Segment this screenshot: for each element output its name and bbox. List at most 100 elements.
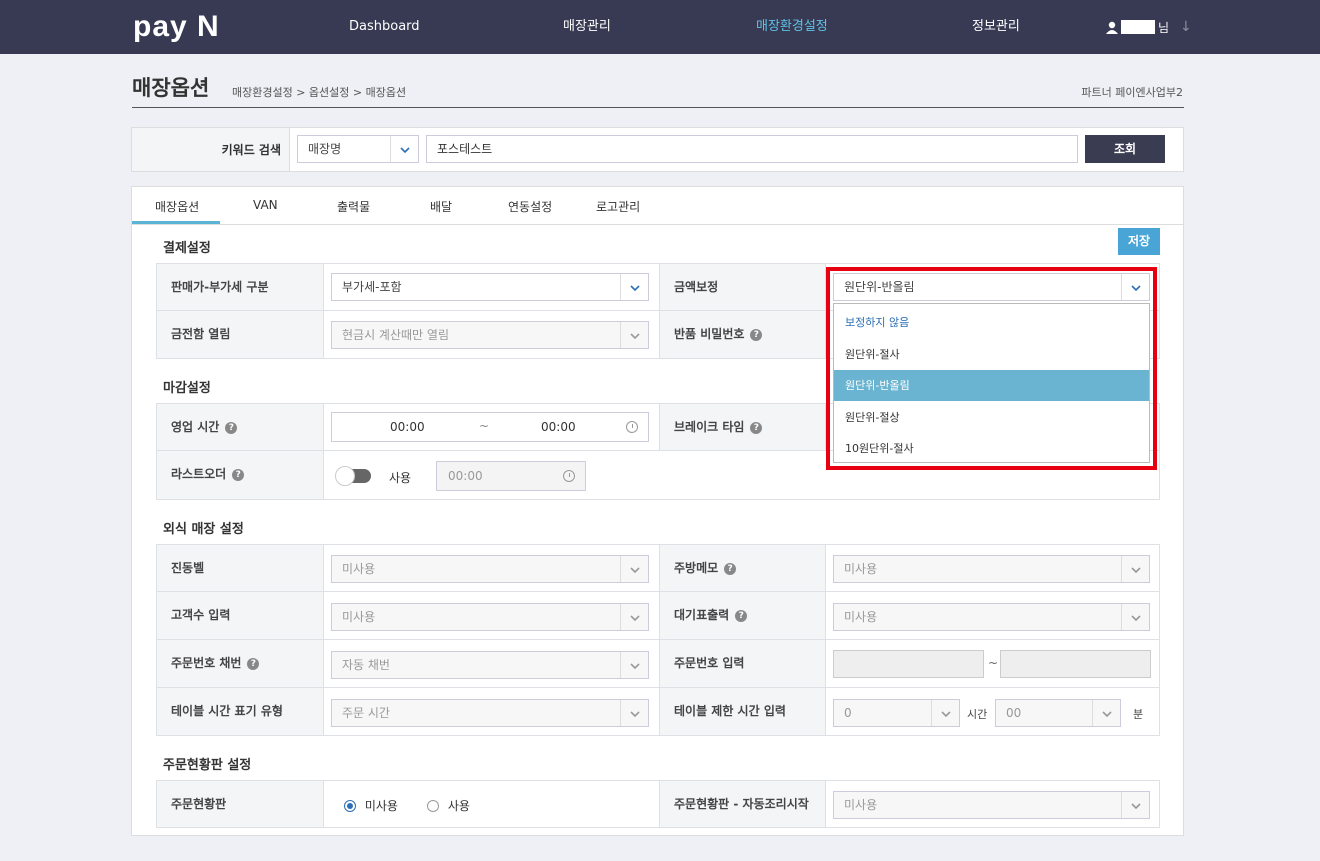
amount-adjust-label: 금액보정: [659, 264, 826, 310]
status-board-used-option[interactable]: 사용: [427, 797, 470, 814]
help-icon[interactable]: ?: [724, 562, 737, 575]
last-order-label: 라스트오더?: [157, 451, 324, 499]
tab-integration[interactable]: 연동설정: [508, 198, 552, 215]
tab-divider: [132, 224, 1183, 225]
tab-van[interactable]: VAN: [253, 198, 278, 212]
hours-start[interactable]: 00:00: [390, 420, 425, 434]
tab-printouts[interactable]: 출력물: [337, 198, 370, 215]
vibration-bell-label: 진동벨: [157, 545, 324, 591]
select-value: 00: [1006, 706, 1022, 720]
tab-store-options[interactable]: 매장옵션: [155, 198, 199, 215]
chevron-down-icon[interactable]: [620, 604, 648, 630]
page-title: 매장옵션: [132, 76, 210, 100]
cash-drawer-select[interactable]: 현금시 계산때만 열림: [331, 321, 649, 349]
select-value: 0: [844, 706, 852, 720]
section-closing-title: 마감설정: [163, 381, 211, 396]
help-icon[interactable]: ?: [750, 421, 763, 434]
vat-label: 판매가-부가세 구분: [157, 264, 324, 310]
last-order-toggle-label: 사용: [389, 471, 412, 485]
status-board-unused-option[interactable]: 미사용: [344, 797, 398, 814]
table-limit-minutes-select[interactable]: 00: [995, 699, 1121, 727]
hours-unit-label: 시간: [967, 708, 988, 721]
chevron-down-icon[interactable]: [620, 274, 648, 300]
waiting-ticket-select[interactable]: 미사용: [833, 603, 1150, 631]
chevron-down-icon[interactable]: [931, 700, 959, 726]
guest-count-select[interactable]: 미사용: [331, 603, 649, 631]
nav-store-management[interactable]: 매장관리: [563, 0, 611, 54]
chevron-down-icon[interactable]: [390, 136, 418, 162]
hours-end[interactable]: 00:00: [541, 420, 576, 434]
guest-count-label: 고객수 입력: [157, 592, 324, 639]
auto-cook-start-select[interactable]: 미사용: [833, 791, 1150, 819]
last-order-time-input[interactable]: 00:00: [436, 461, 586, 491]
radio-selected-icon[interactable]: [344, 799, 356, 812]
help-icon[interactable]: ?: [247, 657, 260, 670]
title-divider: [132, 107, 1184, 108]
nav-dashboard[interactable]: Dashboard: [349, 0, 420, 54]
nav-store-settings[interactable]: 매장환경설정: [756, 0, 828, 54]
last-order-toggle[interactable]: [335, 466, 371, 486]
keyword-input[interactable]: 포스테스트: [426, 135, 1078, 163]
user-icon: [1106, 21, 1118, 34]
user-menu[interactable]: 님 ↓: [1106, 17, 1192, 37]
payn-logo[interactable]: pay N: [133, 9, 220, 45]
select-value: 미사용: [844, 562, 878, 576]
chevron-down-icon[interactable]: [1121, 604, 1149, 630]
chevron-down-icon[interactable]: [1121, 556, 1149, 582]
order-number-label: 주문번호 채번?: [157, 640, 324, 687]
chevron-down-icon[interactable]: [620, 556, 648, 582]
breadcrumb: 매장환경설정 > 옵션설정 > 매장옵션: [232, 86, 407, 99]
help-icon[interactable]: ?: [232, 468, 245, 481]
chevron-down-icon[interactable]: [620, 700, 648, 726]
help-icon[interactable]: ?: [735, 609, 748, 622]
business-hours-label: 영업 시간?: [157, 404, 324, 450]
search-type-select[interactable]: 매장명: [297, 135, 419, 163]
chevron-down-icon[interactable]: [1092, 700, 1120, 726]
waiting-ticket-label: 대기표출력?: [659, 592, 826, 639]
section-dinein-title: 외식 매장 설정: [163, 522, 244, 537]
status-board-label: 주문현황판: [157, 781, 324, 827]
search-type-value: 매장명: [308, 142, 342, 156]
table-time-type-label: 테이블 시간 표기 유형: [157, 688, 324, 735]
radio-unselected-icon[interactable]: [427, 799, 439, 812]
table-time-limit-label: 테이블 제한 시간 입력: [659, 688, 826, 735]
cash-drawer-value: 현금시 계산때만 열림: [342, 328, 449, 342]
toggle-knob: [335, 466, 355, 486]
refund-password-label: 반품 비밀번호?: [659, 311, 826, 358]
table-limit-hours-select[interactable]: 0: [833, 699, 960, 727]
tab-delivery[interactable]: 배달: [430, 198, 452, 215]
user-suffix: 님: [1158, 20, 1170, 35]
vat-select[interactable]: 부가세-포함: [331, 273, 649, 301]
table-time-type-select[interactable]: 주문 시간: [331, 699, 649, 727]
section-status-board-title: 주문현황판 설정: [163, 758, 252, 773]
save-button[interactable]: 저장: [1118, 228, 1160, 255]
business-hours-input[interactable]: 00:00 ~ 00:00: [331, 412, 649, 442]
order-number-from-input[interactable]: [833, 650, 984, 678]
select-value: 자동 채번: [342, 658, 390, 672]
help-icon[interactable]: ?: [750, 328, 763, 341]
user-menu-arrow-icon[interactable]: ↓: [1180, 19, 1192, 35]
kitchen-memo-select[interactable]: 미사용: [833, 555, 1150, 583]
partner-name: 파트너 페이엔사업부2: [1081, 86, 1183, 99]
search-button[interactable]: 조회: [1085, 135, 1165, 163]
nav-info-management[interactable]: 정보관리: [972, 0, 1020, 54]
chevron-down-icon[interactable]: [1121, 792, 1149, 818]
chevron-down-icon[interactable]: [620, 652, 648, 678]
user-name-masked: [1121, 20, 1155, 34]
select-value: 주문 시간: [342, 706, 390, 720]
order-number-to-input[interactable]: [1000, 650, 1151, 678]
auto-cook-start-label: 주문현황판 - 자동조리시작: [659, 781, 826, 827]
minutes-unit-label: 분: [1133, 708, 1144, 721]
kitchen-memo-label: 주방메모?: [659, 545, 826, 591]
radio-label: 사용: [447, 799, 470, 813]
order-number-select[interactable]: 자동 채번: [331, 651, 649, 679]
chevron-down-icon[interactable]: [620, 322, 648, 348]
section-payment-title: 결제설정: [163, 241, 211, 256]
active-tab-indicator: [132, 221, 220, 224]
radio-label: 미사용: [364, 799, 398, 813]
help-icon[interactable]: ?: [225, 421, 238, 434]
tab-logo-management[interactable]: 로고관리: [596, 198, 640, 215]
vat-value: 부가세-포함: [342, 280, 402, 294]
vibration-bell-select[interactable]: 미사용: [331, 555, 649, 583]
clock-icon: [626, 421, 638, 433]
